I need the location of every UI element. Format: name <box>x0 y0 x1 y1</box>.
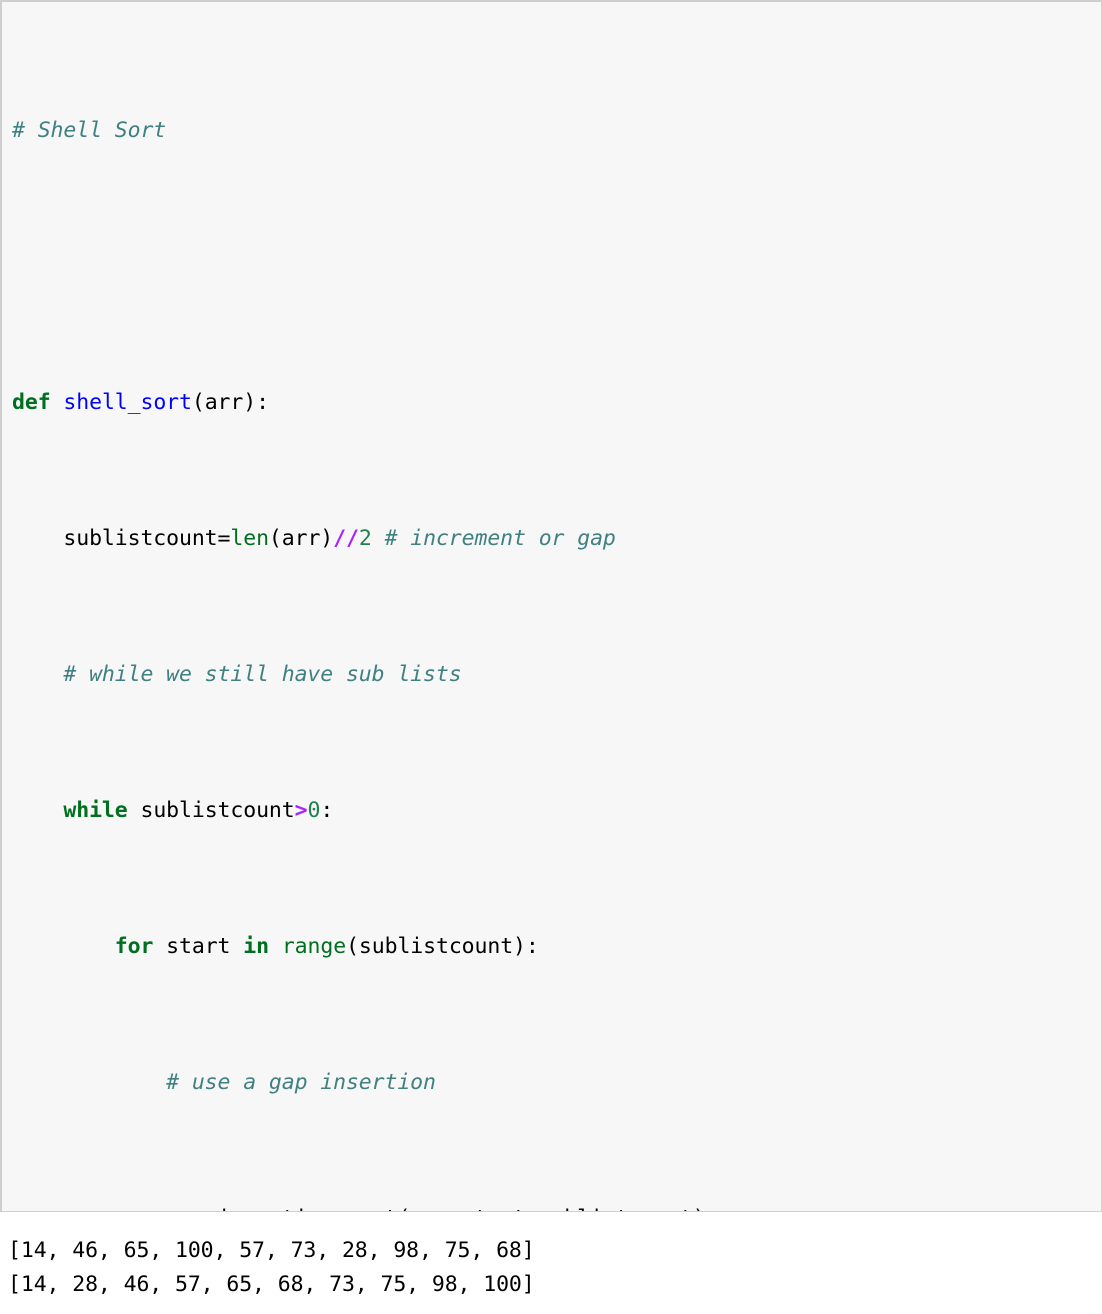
operator-gt: > <box>294 798 308 823</box>
code-token-punct: (arr): <box>191 390 269 415</box>
builtin-range: range <box>281 934 347 959</box>
code-line: while sublistcount>0: <box>12 794 1101 828</box>
code-token-punct: (sublistcount): <box>346 934 539 959</box>
output-line: [14, 28, 46, 57, 65, 68, 73, 75, 98, 100… <box>8 1272 535 1297</box>
code-token-text: start <box>166 934 231 959</box>
code-token-comment: # while we still have sub lists <box>63 662 462 687</box>
code-line: def shell_sort(arr): <box>12 386 1101 420</box>
code-cell[interactable]: # Shell Sort def shell_sort(arr): sublis… <box>0 0 1102 1212</box>
code-token-comment: # increment or gap <box>384 526 616 551</box>
keyword-for: for <box>114 934 154 959</box>
code-token-punct: (arr) <box>268 526 334 551</box>
number-2: 2 <box>358 526 372 551</box>
keyword-while: while <box>63 798 128 823</box>
code-line: sublistcount=len(arr)//2 # increment or … <box>12 522 1101 556</box>
keyword-in: in <box>243 934 269 959</box>
builtin-len: len <box>230 526 269 551</box>
code-line: # use a gap insertion <box>12 1066 1101 1100</box>
code-line: # while we still have sub lists <box>12 658 1101 692</box>
notebook-page: # Shell Sort def shell_sort(arr): sublis… <box>0 0 1102 1314</box>
code-line: gap_insertion_sort(arr,start,sublistcoun… <box>12 1202 1101 1211</box>
call-gap-insertion-sort: gap_insertion_sort(arr,start,sublistcoun… <box>166 1206 706 1211</box>
code-editor[interactable]: # Shell Sort def shell_sort(arr): sublis… <box>12 12 1101 1211</box>
code-token-text: sublistcount= <box>63 526 231 551</box>
code-line: for start in range(sublistcount): <box>12 930 1101 964</box>
code-token-comment: # Shell Sort <box>12 118 167 143</box>
cell-output-area: [14, 46, 65, 100, 57, 73, 28, 98, 75, 68… <box>0 1212 1102 1302</box>
keyword-def: def <box>12 390 51 415</box>
number-0: 0 <box>307 798 321 823</box>
code-token-punct: : <box>320 798 334 823</box>
code-token-comment: # use a gap insertion <box>166 1070 436 1095</box>
code-line: # Shell Sort <box>12 114 1101 148</box>
output-line: [14, 46, 65, 100, 57, 73, 28, 98, 75, 68… <box>8 1238 535 1263</box>
code-token-text: sublistcount <box>140 798 295 823</box>
function-name-shell-sort: shell_sort <box>63 390 192 415</box>
operator-floordiv: // <box>333 526 359 551</box>
